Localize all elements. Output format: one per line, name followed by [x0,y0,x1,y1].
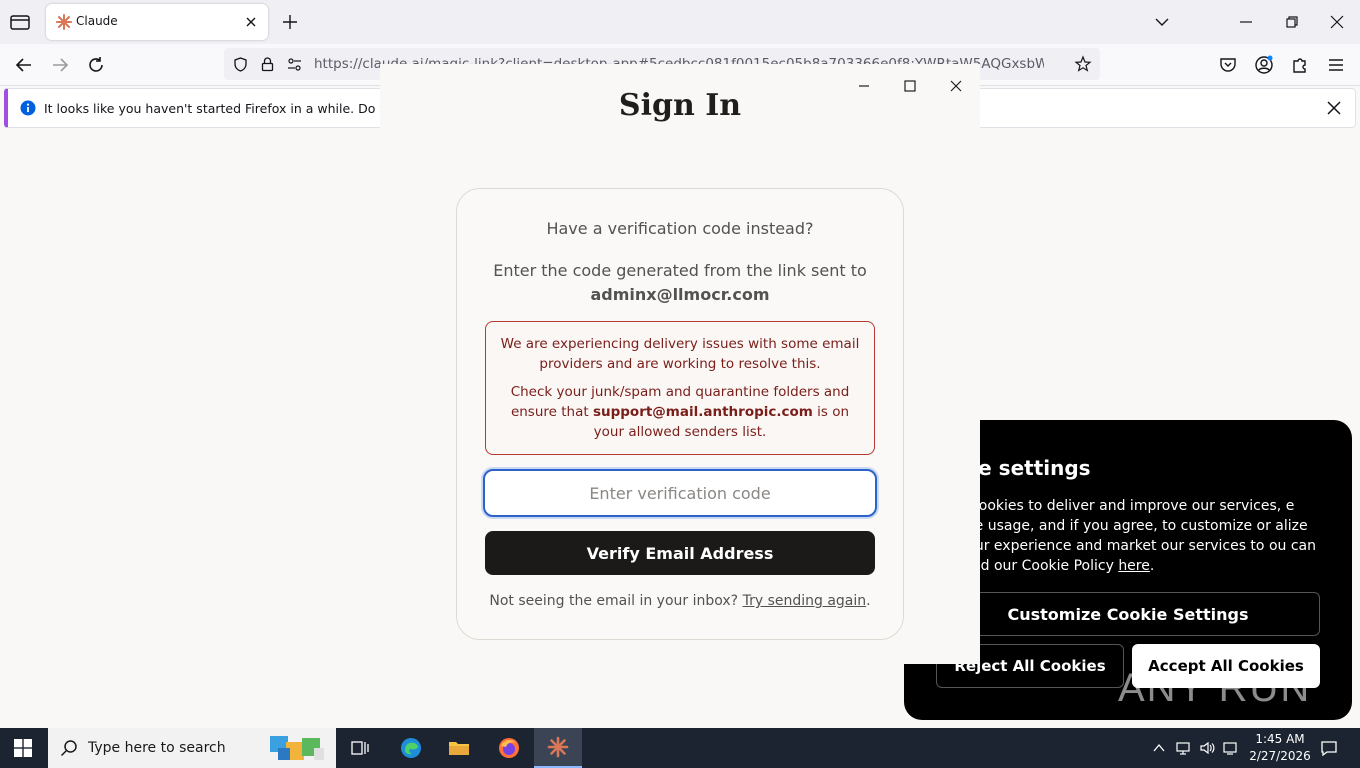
cookie-body-end: . [1149,558,1155,574]
clock-time: 1:45 AM [1255,732,1305,746]
search-placeholder: Type here to search [88,740,226,756]
tray-network-icon[interactable] [1175,740,1191,756]
windows-start-icon[interactable] [14,739,32,757]
browser-minimize-icon[interactable] [1236,12,1256,32]
task-view-button[interactable] [336,728,384,768]
search-icon [60,740,77,757]
back-arrow-icon[interactable] [13,54,35,76]
tab-title: Claude [76,14,118,28]
lock-icon[interactable] [259,56,276,73]
cookie-policy-link[interactable]: here [1118,558,1150,574]
browser-restore-icon[interactable] [1282,12,1302,32]
verification-code-input[interactable] [483,469,877,517]
tray-display-icon[interactable] [1222,740,1238,756]
verification-question: Have a verification code instead? [546,219,814,238]
forward-arrow-icon[interactable] [49,54,71,76]
delivery-issue-alert: We are experiencing delivery issues with… [485,321,875,455]
tab-list-icon[interactable] [8,11,32,33]
shield-icon[interactable] [232,56,249,73]
verification-subtitle: Enter the code generated from the link s… [477,259,883,307]
list-all-tabs-chevron-icon[interactable] [1152,12,1172,32]
browser-tab-claude[interactable]: Claude [46,4,268,40]
extensions-puzzle-icon[interactable] [1290,55,1310,75]
try-sending-again-link[interactable]: Try sending again [743,593,867,609]
bookmark-star-icon[interactable] [1074,55,1092,73]
anyrun-watermark: ANY RUN [1118,666,1312,710]
account-avatar-icon[interactable] [1254,55,1274,75]
resend-text: Not seeing the email in your inbox? [489,593,743,609]
tray-overflow-chevron-icon[interactable] [1151,740,1167,756]
action-center-icon[interactable] [1320,739,1338,757]
claude-favicon-icon [56,14,72,30]
alert-paragraph-2: Check your junk/spam and quarantine fold… [500,382,860,442]
claude-signin-window: Sign In Have a verification code instead… [380,64,980,664]
folder-icon [449,742,469,755]
reload-icon[interactable] [85,54,107,76]
taskbar-clock[interactable]: 1:45 AM 2/27/2026 [1240,731,1320,765]
firefox-icon [499,738,519,758]
page-title: Sign In [618,88,742,123]
recipient-email: adminx@llmocr.com [590,285,770,304]
browser-close-icon[interactable] [1327,12,1347,32]
verification-card: Have a verification code instead? Enter … [456,188,904,640]
pocket-icon[interactable] [1218,55,1238,75]
taskbar-edge[interactable] [387,728,435,768]
taskbar-file-explorer[interactable] [435,728,483,768]
support-email: support@mail.anthropic.com [592,404,813,420]
customize-cookie-settings-button[interactable]: Customize Cookie Settings [936,592,1320,636]
tray-volume-icon[interactable] [1199,740,1215,756]
search-highlight-puzzle-icon [270,736,324,760]
windows-taskbar: Type here to search 1:45 AM 2/27/2026 [0,728,1360,768]
tab-close-icon[interactable] [242,13,260,31]
taskbar-search-box[interactable]: Type here to search [48,728,336,768]
taskbar-claude[interactable] [534,728,582,768]
taskbar-firefox[interactable] [485,728,533,768]
info-icon [20,100,36,116]
subtitle-text: Enter the code generated from the link s… [493,261,867,280]
task-view-icon [351,741,369,755]
claude-icon [547,736,569,758]
resend-line: Not seeing the email in your inbox? Try … [457,593,903,609]
permissions-icon[interactable] [286,56,303,73]
new-tab-icon[interactable] [280,12,300,32]
verify-email-button[interactable]: Verify Email Address [485,531,875,575]
alert-paragraph-1: We are experiencing delivery issues with… [500,336,860,372]
edge-icon [401,738,421,758]
browser-tabbar: Claude [0,0,1360,44]
hamburger-menu-icon[interactable] [1326,55,1346,75]
notification-close-icon[interactable] [1325,99,1343,117]
cookie-body: e cookies to deliver and improve our ser… [958,496,1318,576]
resend-end: . [866,593,871,609]
clock-date: 2/27/2026 [1249,749,1311,763]
